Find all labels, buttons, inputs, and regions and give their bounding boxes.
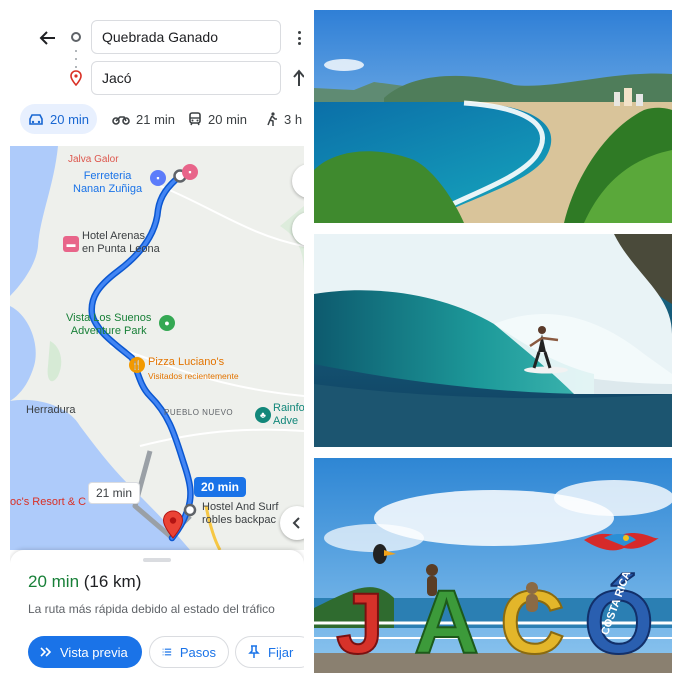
motorcycle-icon <box>112 116 130 125</box>
arrow-left-icon <box>39 31 55 45</box>
destination-input[interactable]: Jacó <box>91 61 281 95</box>
map-label-herradura: Herradura <box>26 404 76 416</box>
origin-input[interactable]: Quebrada Ganado <box>91 20 281 54</box>
mode-walk-label: 3 h <box>284 111 303 127</box>
mode-transit-label: 20 min <box>208 111 248 127</box>
mode-motorcycle-label: 21 min <box>136 111 176 127</box>
store-poi-icon[interactable]: ▪ <box>150 170 166 186</box>
map-label-pizza-sub: Visitados recientemente <box>148 371 239 381</box>
walk-icon <box>267 112 277 126</box>
steps-button-label: Pasos <box>179 644 216 660</box>
sheet-drag-handle[interactable] <box>143 558 171 562</box>
beach-aerial-photo <box>314 10 672 223</box>
maps-screen: Quebrada Ganado Jacó 20 min 21 min 20 mi… <box>10 10 304 673</box>
preview-button-label: Vista previa <box>60 644 128 660</box>
beach-illustration <box>314 10 672 223</box>
route-description: La ruta más rápida debido al estado del … <box>28 602 275 616</box>
main-route-callout[interactable]: 20 min <box>194 477 247 497</box>
eta-time: 20 min <box>28 572 80 591</box>
map-label-rainforest[interactable]: Rainfo Adve <box>273 402 304 428</box>
map-label-ferreteria[interactable]: Ferreteria Nanan Zuñiga <box>73 170 142 196</box>
route-summary-sheet[interactable]: 20 min (16 km) La ruta más rápida debido… <box>10 550 304 673</box>
map-label-top-cut: Jalva Galor <box>68 154 119 165</box>
route-dots-icon <box>74 50 78 68</box>
surf-illustration <box>314 234 672 447</box>
sign-letter-j: J <box>336 576 384 672</box>
monkey-figure <box>426 564 438 596</box>
map-label-hotel-arenas[interactable]: Hotel Arenas en Punta Leona <box>82 230 160 256</box>
swap-icon[interactable] <box>293 68 304 88</box>
mode-walk-chip[interactable]: 3 h <box>258 104 304 134</box>
back-button[interactable] <box>36 26 60 50</box>
map-canvas <box>10 146 304 550</box>
destination-pin-icon <box>70 70 82 86</box>
destination-marker-icon[interactable] <box>162 510 184 540</box>
more-options-button[interactable] <box>294 28 304 48</box>
list-icon <box>162 648 172 656</box>
pin-button[interactable]: Fijar <box>235 636 304 668</box>
double-chevron-right-icon <box>40 647 52 657</box>
eta-summary: 20 min (16 km) <box>28 572 141 592</box>
collage: Quebrada Ganado Jacó 20 min 21 min 20 mi… <box>0 0 683 683</box>
travel-modes: 20 min 21 min 20 min 3 h <box>10 104 304 140</box>
surfer-wave-photo <box>314 234 672 447</box>
park-poi-icon[interactable]: ● <box>159 315 175 331</box>
map-label-pueblo-nuevo: PUEBLO NUEVO <box>164 408 234 417</box>
jaco-sign-photo: J A C Ó COSTA RICA <box>314 458 672 673</box>
shopping-poi-icon[interactable]: ▪ <box>182 164 198 180</box>
steps-button[interactable]: Pasos <box>149 636 229 668</box>
eta-distance: (16 km) <box>83 572 142 591</box>
preview-button[interactable]: Vista previa <box>28 636 142 668</box>
mode-transit-chip[interactable]: 20 min <box>180 104 255 134</box>
mode-motorcycle-chip[interactable]: 21 min <box>104 104 183 134</box>
sloth-figure <box>526 582 538 612</box>
mode-car-label: 20 min <box>50 111 90 127</box>
car-icon <box>29 114 43 125</box>
pushpin-icon <box>248 645 260 658</box>
transit-icon <box>189 112 201 126</box>
origin-dot-icon <box>71 32 81 42</box>
map-label-hostel[interactable]: Hostel And Surf robles backpac <box>202 501 278 527</box>
route-map[interactable]: Jalva Galor ▪ ▪ Ferreteria Nanan Zuñiga … <box>10 146 304 550</box>
restaurant-poi-icon[interactable]: 🍴 <box>129 357 145 373</box>
nature-poi-icon[interactable]: ♣ <box>255 407 271 423</box>
mode-car-chip[interactable]: 20 min <box>20 104 98 134</box>
alt-route-callout[interactable]: 21 min <box>88 482 141 504</box>
sign-letter-a: A <box>414 573 479 673</box>
map-label-vista-los-suenos[interactable]: Vista Los Suenos Adventure Park <box>66 312 151 338</box>
map-label-resort[interactable]: oc's Resort & C <box>10 496 86 509</box>
chevron-left-icon <box>292 517 300 529</box>
jaco-sign-illustration: J A C Ó COSTA RICA <box>314 458 672 673</box>
map-label-pizza[interactable]: Pizza Luciano's <box>148 356 224 369</box>
hotel-poi-icon[interactable]: ▬ <box>63 236 79 252</box>
pin-button-label: Fijar <box>268 644 294 660</box>
